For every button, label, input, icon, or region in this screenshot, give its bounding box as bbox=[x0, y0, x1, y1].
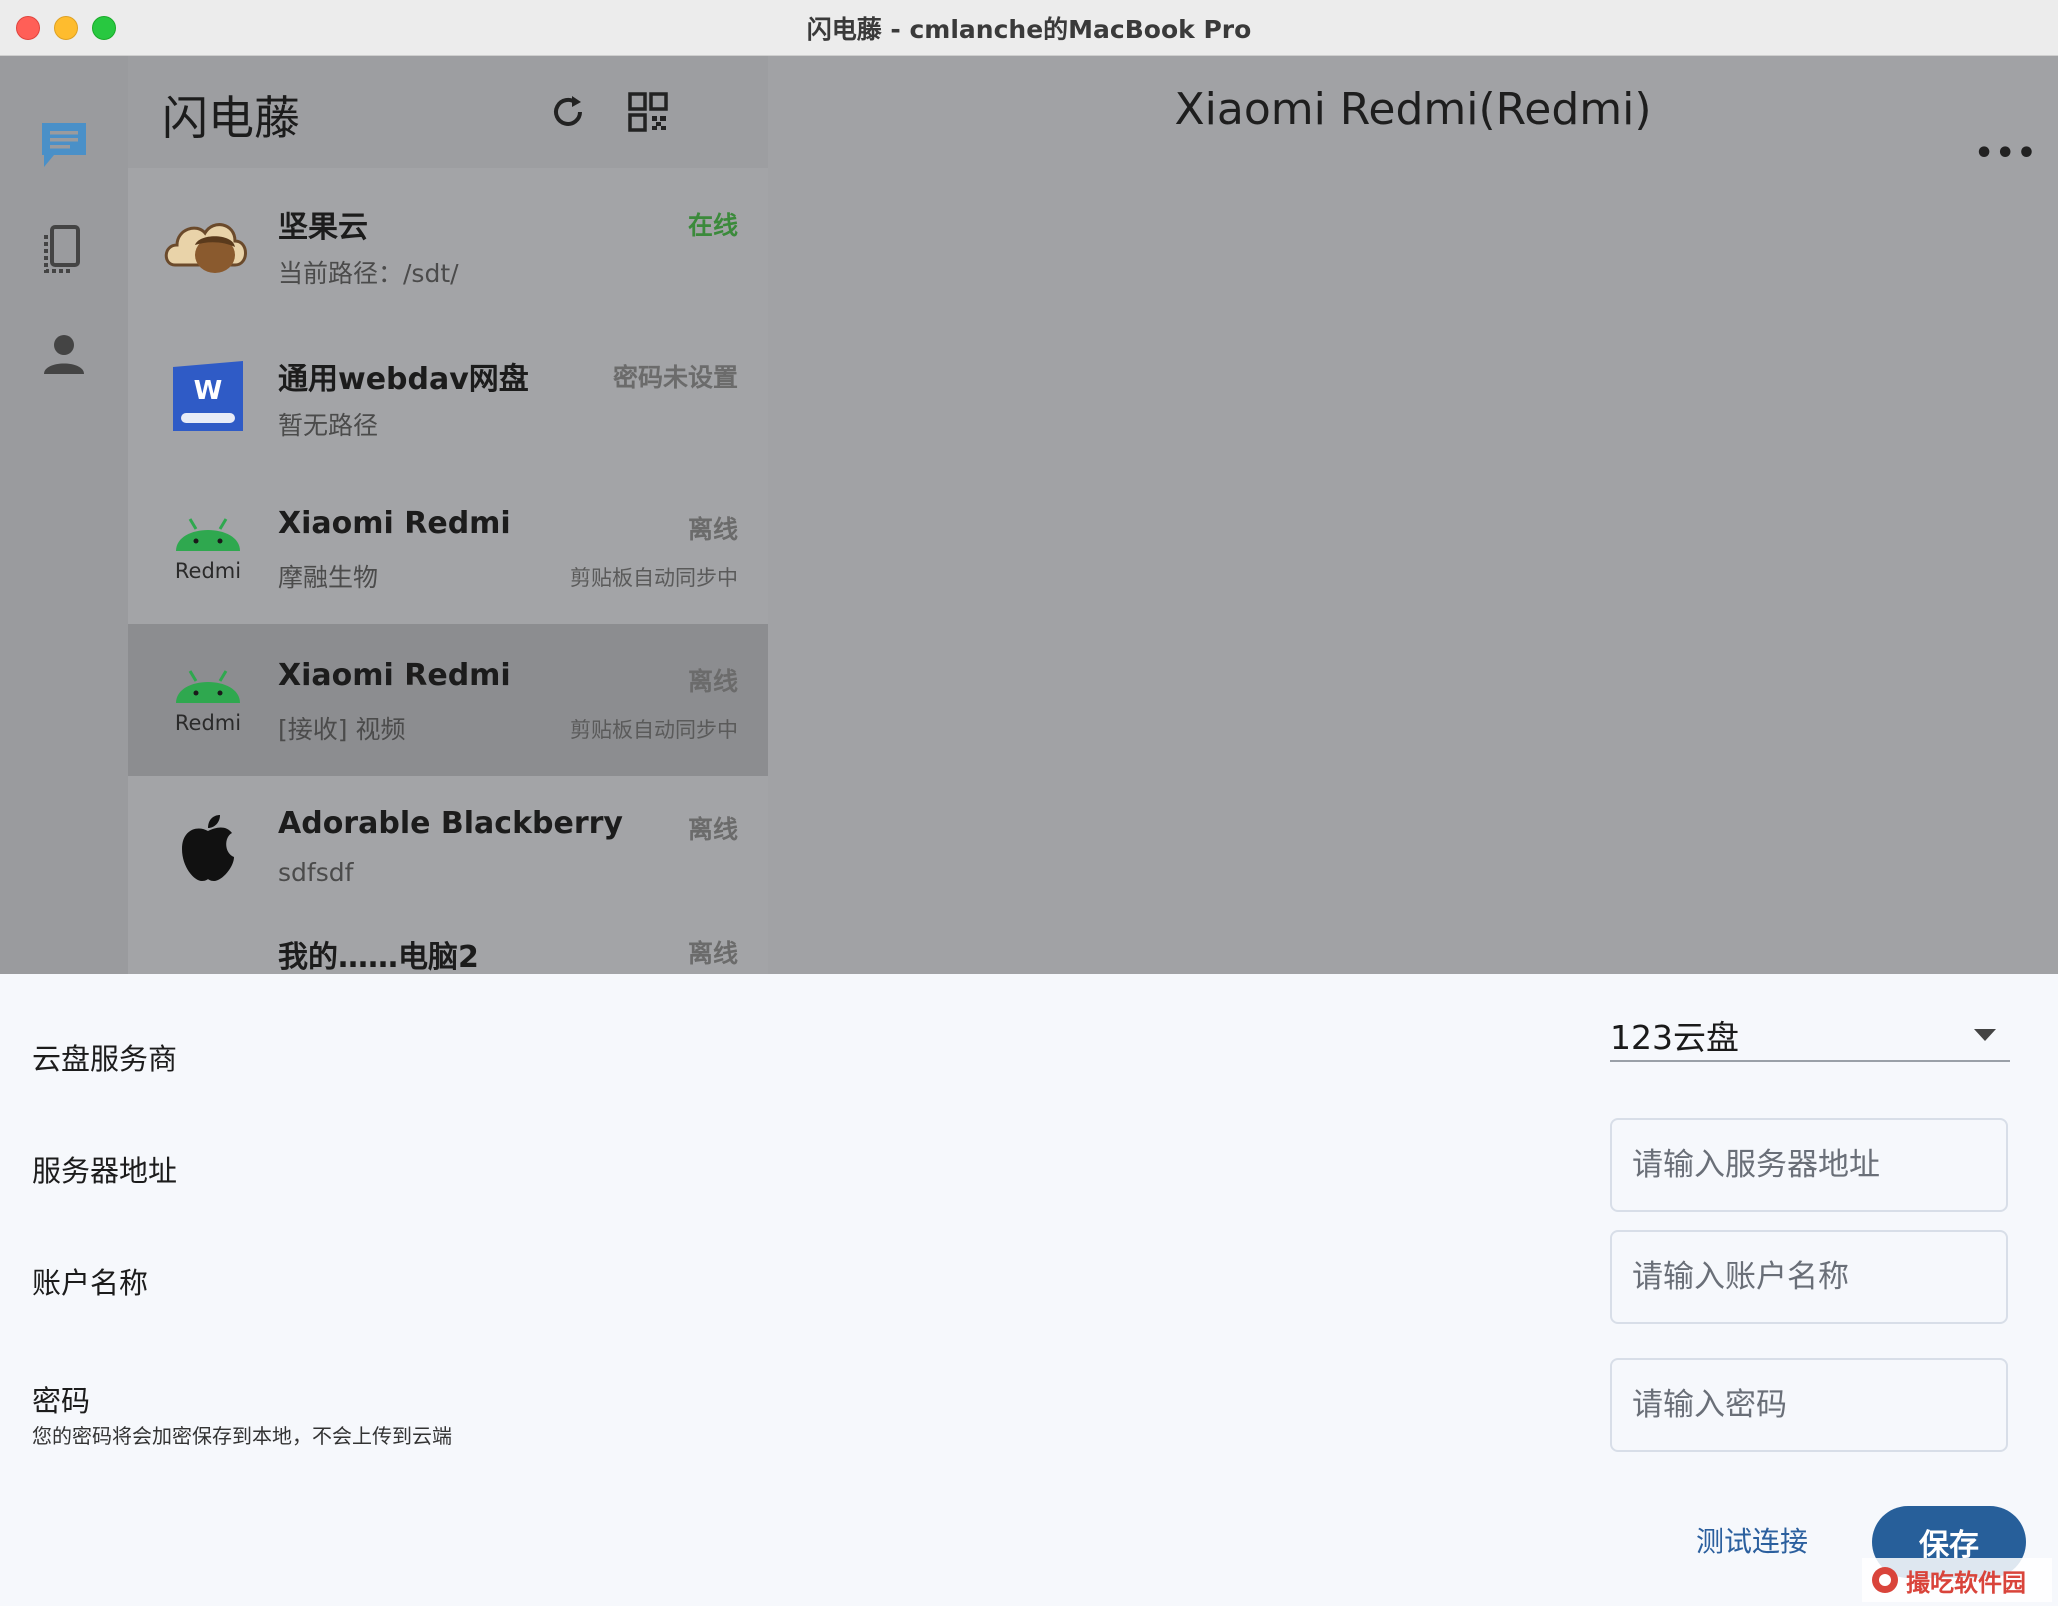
webdav-icon: W bbox=[158, 346, 258, 446]
app-background: 闪电藤 坚果云 当前路径：/sdt/ 在线 W 通用webdav网盘 暂无路径 … bbox=[0, 56, 2058, 974]
person-icon bbox=[44, 335, 84, 374]
more-icon: ••• bbox=[1974, 136, 2038, 171]
maximize-window-button[interactable] bbox=[92, 16, 116, 40]
provider-select[interactable]: 123云盘 bbox=[1610, 1010, 2010, 1062]
android-device-icon: Redmi bbox=[158, 498, 258, 598]
list-item[interactable]: Adorable Blackberry sdfsdf 离线 bbox=[128, 772, 768, 924]
password-hint: 您的密码将会加密保存到本地，不会上传到云端 bbox=[32, 1424, 452, 1448]
watermark-logo-icon bbox=[1872, 1567, 1898, 1593]
refresh-icon bbox=[554, 96, 582, 126]
sync-note: 剪贴板自动同步中 bbox=[570, 718, 738, 742]
qrcode-icon bbox=[628, 92, 668, 132]
device-caption: Redmi bbox=[174, 559, 242, 583]
rail-item-devices[interactable] bbox=[34, 220, 94, 280]
device-name: Xiaomi Redmi bbox=[278, 506, 511, 541]
qrcode-button[interactable] bbox=[622, 86, 674, 138]
sync-note: 剪贴板自动同步中 bbox=[570, 566, 738, 590]
status-badge: 密码未设置 bbox=[612, 363, 738, 392]
device-subtitle: 摩融生物 bbox=[278, 563, 379, 592]
password-input[interactable] bbox=[1610, 1358, 2008, 1452]
watermark: 撮吃软件园 bbox=[1862, 1558, 2052, 1602]
detail-title: Xiaomi Redmi(Redmi) bbox=[1174, 84, 1652, 135]
window-controls bbox=[16, 16, 116, 40]
window-title: 闪电藤 - cmlanche的MacBook Pro bbox=[806, 14, 1252, 44]
nutstore-icon bbox=[158, 194, 258, 294]
device-caption: Redmi bbox=[174, 711, 242, 735]
device-subtitle: [接收] 视频 bbox=[278, 715, 406, 744]
account-label: 账户名称 bbox=[32, 1266, 149, 1300]
device-name: Adorable Blackberry bbox=[278, 806, 623, 841]
dropdown-arrow-icon bbox=[1974, 1029, 1996, 1041]
device-subtitle: 当前路径：/sdt/ bbox=[278, 259, 459, 288]
device-name: 坚果云 bbox=[278, 210, 368, 245]
rail-item-profile[interactable] bbox=[34, 324, 94, 384]
provider-value: 123云盘 bbox=[1610, 1018, 1739, 1057]
device-subtitle: sdfsdf bbox=[278, 858, 354, 887]
status-badge: 离线 bbox=[687, 815, 738, 844]
status-badge: 在线 bbox=[687, 211, 738, 240]
list-item[interactable]: 坚果云 当前路径：/sdt/ 在线 bbox=[128, 168, 768, 320]
status-badge: 离线 bbox=[687, 667, 738, 696]
minimize-window-button[interactable] bbox=[54, 16, 78, 40]
detail-panel: Xiaomi Redmi(Redmi) ••• bbox=[768, 56, 2058, 974]
test-connection-button[interactable]: 测试连接 bbox=[1696, 1520, 1808, 1560]
close-window-button[interactable] bbox=[16, 16, 40, 40]
server-label: 服务器地址 bbox=[32, 1154, 178, 1188]
watermark-text: 撮吃软件园 bbox=[1906, 1568, 2026, 1597]
chat-icon bbox=[42, 123, 86, 167]
list-item[interactable]: Redmi Xiaomi Redmi 摩融生物 离线 剪贴板自动同步中 bbox=[128, 472, 768, 624]
server-address-input[interactable] bbox=[1610, 1118, 2008, 1212]
list-header: 闪电藤 bbox=[128, 56, 877, 168]
password-label: 密码 bbox=[32, 1384, 91, 1418]
android-icon bbox=[176, 518, 240, 551]
device-name: Xiaomi Redmi bbox=[278, 658, 511, 693]
android-device-icon: Redmi bbox=[158, 650, 258, 750]
list-item-partial[interactable]: 我的……电脑2 离线 bbox=[128, 924, 768, 974]
window-titlebar: 闪电藤 - cmlanche的MacBook Pro bbox=[0, 0, 2058, 56]
rail-item-messages[interactable] bbox=[34, 116, 94, 176]
apple-icon bbox=[158, 798, 258, 898]
app-title: 闪电藤 bbox=[162, 91, 300, 145]
nav-rail bbox=[0, 56, 128, 974]
device-name: 我的……电脑2 bbox=[278, 940, 479, 974]
android-icon bbox=[176, 670, 240, 703]
devices-icon bbox=[44, 225, 80, 273]
list-item[interactable]: W 通用webdav网盘 暂无路径 密码未设置 bbox=[128, 320, 768, 472]
provider-label: 云盘服务商 bbox=[32, 1042, 178, 1076]
device-name: 通用webdav网盘 bbox=[278, 362, 529, 397]
device-subtitle: 暂无路径 bbox=[278, 411, 379, 440]
svg-text:W: W bbox=[194, 376, 223, 406]
cloud-config-sheet: 云盘服务商 123云盘 服务器地址 账户名称 密码 您的密码将会加密保存到本地，… bbox=[0, 974, 2058, 1606]
more-options-button[interactable]: ••• bbox=[1974, 139, 2038, 169]
status-badge: 离线 bbox=[687, 939, 738, 968]
account-name-input[interactable] bbox=[1610, 1230, 2008, 1324]
refresh-button[interactable] bbox=[542, 86, 594, 138]
status-badge: 离线 bbox=[687, 515, 738, 544]
device-list-panel: 闪电藤 坚果云 当前路径：/sdt/ 在线 W 通用webdav网盘 暂无路径 … bbox=[128, 56, 877, 974]
list-item-selected[interactable]: Redmi Xiaomi Redmi [接收] 视频 离线 剪贴板自动同步中 bbox=[128, 624, 768, 776]
